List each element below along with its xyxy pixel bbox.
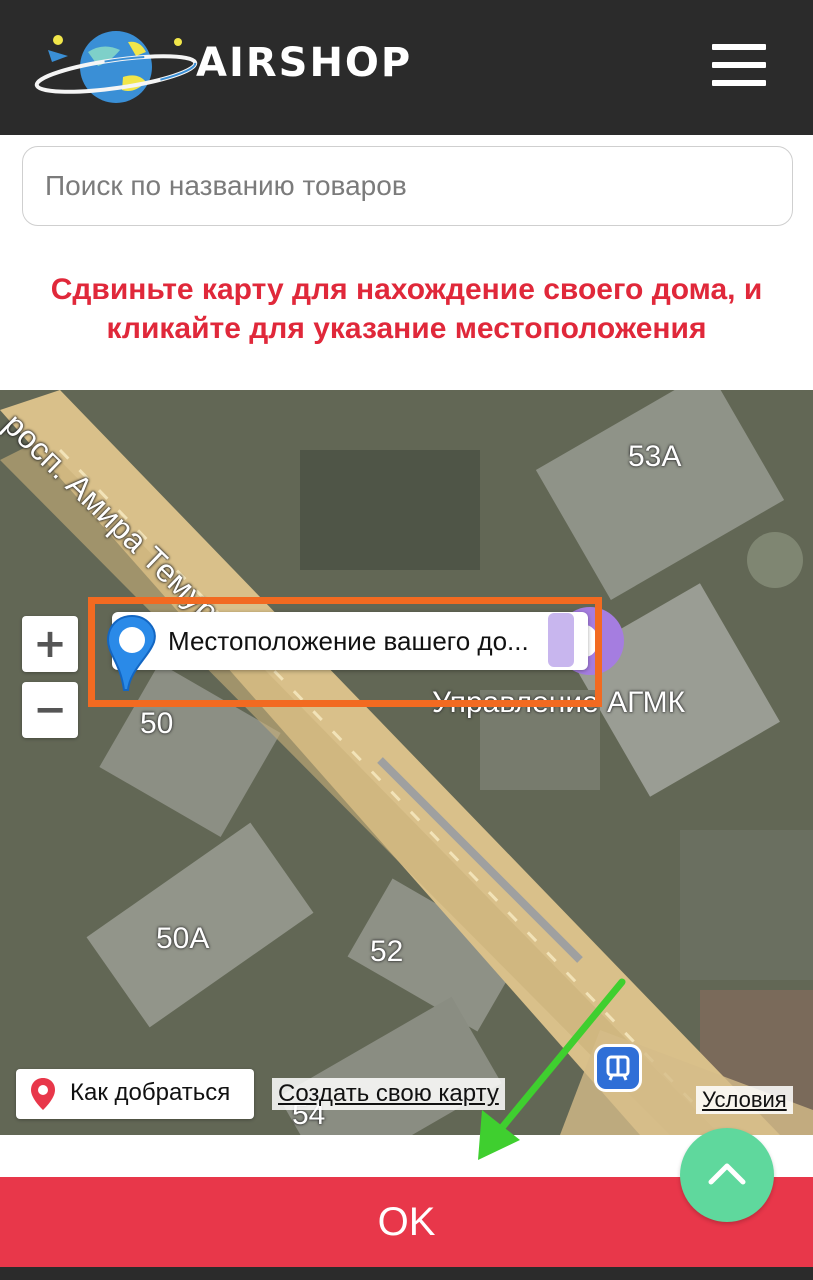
hamburger-menu-icon[interactable]	[712, 44, 766, 86]
building-label: 50A	[156, 922, 210, 955]
zoom-in-button[interactable]: +	[22, 616, 78, 672]
terms-link[interactable]: Условия	[696, 1086, 793, 1114]
green-arrow-annotation	[478, 978, 626, 1160]
instruction-line-2: кликайте для указание местоположения	[106, 312, 707, 345]
app-header: AIRSHOP	[0, 0, 813, 135]
building-label: 53A	[628, 440, 682, 473]
search-input[interactable]	[22, 146, 793, 226]
highlight-box	[88, 597, 602, 707]
zoom-out-button[interactable]: −	[22, 682, 78, 738]
map-pin-icon	[31, 1078, 55, 1110]
route-button-label[interactable]: Как добраться	[70, 1079, 230, 1107]
footer-strip	[0, 1267, 813, 1280]
chevron-up-icon	[708, 1163, 746, 1185]
building-label: 50	[140, 707, 174, 740]
map-instruction: Сдвиньте карту для нахождение своего дом…	[0, 270, 813, 348]
scroll-top-button[interactable]	[680, 1128, 774, 1222]
page: AIRSHOP Сдвиньте карту для нахождение св…	[0, 0, 813, 1280]
brand-name: AIRSHOP	[196, 40, 413, 86]
instruction-line-1: Сдвиньте карту для нахождение своего дом…	[50, 273, 763, 306]
building-label: 52	[370, 935, 404, 968]
planet-logo-icon[interactable]	[28, 22, 198, 112]
